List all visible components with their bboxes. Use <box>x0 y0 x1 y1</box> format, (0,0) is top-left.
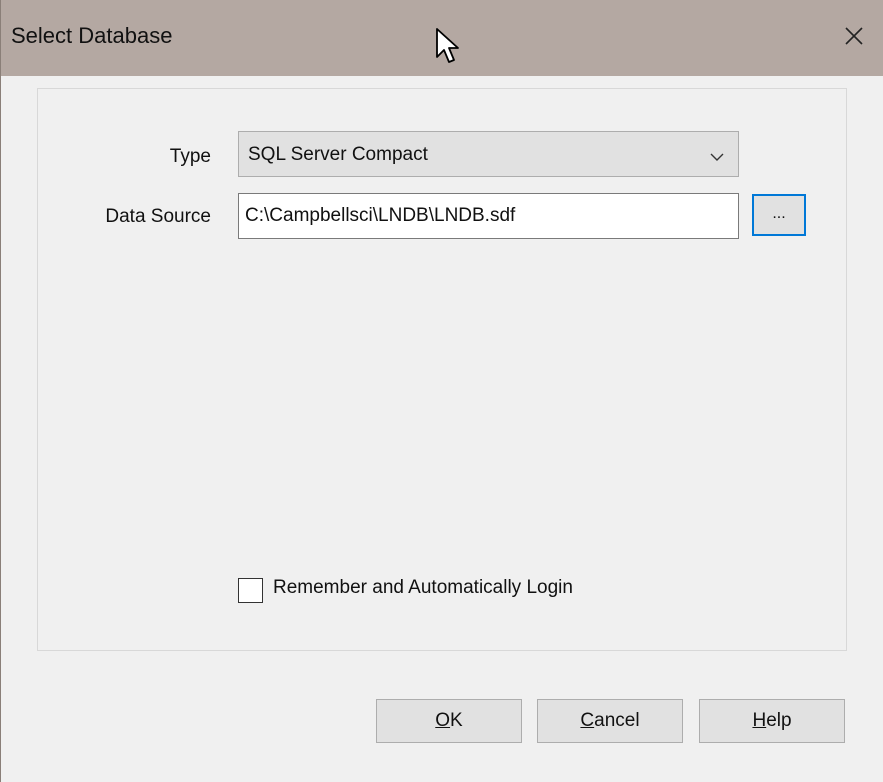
cancel-mnemonic: C <box>580 710 595 731</box>
browse-button[interactable]: ... <box>752 194 806 236</box>
close-button[interactable] <box>824 0 883 76</box>
data-source-input[interactable]: C:\Campbellsci\LNDB\LNDB.sdf <box>238 193 739 239</box>
cancel-button[interactable]: Cancel <box>537 699 683 743</box>
close-icon <box>844 26 864 51</box>
help-button[interactable]: Help <box>699 699 845 743</box>
help-label-rest: elp <box>766 710 792 731</box>
window-title: Select Database <box>11 23 173 48</box>
type-select[interactable]: SQL Server Compact <box>238 131 739 177</box>
mouse-pointer-icon <box>435 27 461 70</box>
ok-mnemonic: O <box>435 710 451 731</box>
type-label: Type <box>169 146 211 167</box>
help-mnemonic: H <box>752 710 767 731</box>
select-database-dialog: Select Database Type SQL Server Compact … <box>0 0 883 782</box>
chevron-down-icon <box>710 149 724 167</box>
data-source-label: Data Source <box>105 206 211 227</box>
ok-button[interactable]: OK <box>376 699 522 743</box>
remember-login-label[interactable]: Remember and Automatically Login <box>273 577 573 599</box>
type-select-value: SQL Server Compact <box>248 144 428 165</box>
cancel-label-rest: ancel <box>594 710 640 731</box>
remember-login-checkbox[interactable] <box>238 578 263 603</box>
ok-label-rest: K <box>450 710 463 731</box>
